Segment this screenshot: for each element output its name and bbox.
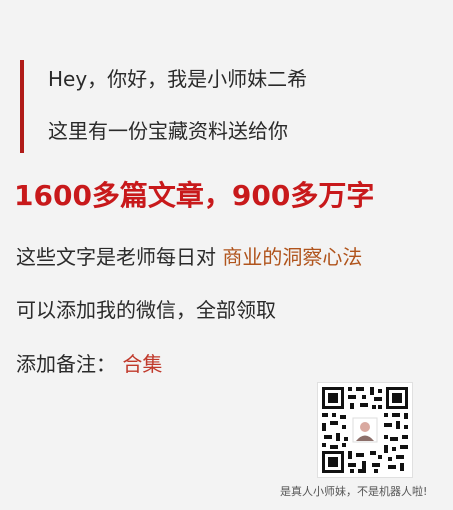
note-line: 添加备注： 合集 [16,351,162,377]
note-prefix: 添加备注： [16,352,116,376]
words-line: 这些文字是老师每日对 商业的洞察心法 [16,244,362,270]
note-highlight: 合集 [122,352,163,376]
headline: 1600多篇文章，900多万字 [14,179,375,212]
wechat-line: 可以添加我的微信，全部领取 [16,298,276,322]
greeting-text: Hey，你好，我是小师妹二希 [48,67,308,91]
words-prefix: 这些文字是老师每日对 [16,245,216,269]
qr-caption: 是真人小师妹，不是机器人啦! [280,485,428,498]
qr-code[interactable] [317,382,413,478]
gift-text: 这里有一份宝藏资料送给你 [48,119,288,143]
words-highlight: 商业的洞察心法 [222,245,363,269]
qr-code-icon [318,383,412,477]
accent-bar [20,60,24,153]
